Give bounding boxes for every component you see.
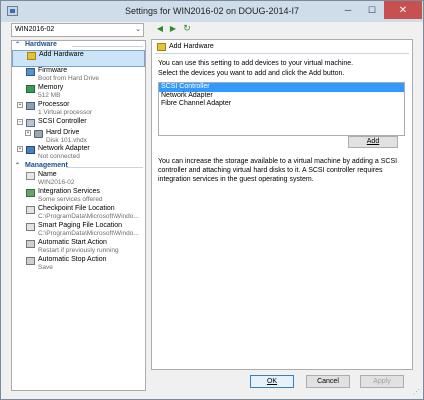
collapse-icon[interactable]: ⌃ xyxy=(15,41,20,48)
name-icon xyxy=(26,172,35,180)
management-heading: Management xyxy=(25,162,68,169)
tree-item-network-adapter[interactable]: + Network Adapter Not connected xyxy=(12,145,145,162)
tree-item-label: SCSI Controller xyxy=(38,118,87,125)
forward-arrow-icon[interactable]: ▶ xyxy=(168,23,178,33)
hardware-category-header[interactable]: ⌃ Hardware xyxy=(12,41,145,50)
tree-item-add-hardware[interactable]: Add Hardware xyxy=(12,50,145,67)
instruction-text: Select the devices you want to add and c… xyxy=(158,70,345,77)
minimize-button[interactable]: ─ xyxy=(336,1,360,19)
add-button[interactable]: Add xyxy=(348,136,398,148)
tree-item-name[interactable]: Name WIN2016-02 xyxy=(12,171,145,188)
section-title: Add Hardware xyxy=(169,43,214,50)
automatic-start-icon xyxy=(26,240,35,248)
scsi-controller-icon xyxy=(26,119,35,127)
tree-item-detail: WIN2016-02 xyxy=(38,179,75,186)
list-item[interactable]: Network Adapter xyxy=(159,92,404,101)
collapse-icon[interactable]: − xyxy=(17,119,23,125)
device-list[interactable]: SCSI Controller Network Adapter Fibre Ch… xyxy=(158,82,405,136)
settings-detail-pane: Add Hardware You can use this setting to… xyxy=(151,39,413,370)
section-header: Add Hardware xyxy=(155,42,214,52)
tree-item-label: Add Hardware xyxy=(39,51,84,58)
tree-item-detail: 512 MB xyxy=(38,92,61,99)
add-hardware-icon xyxy=(27,52,36,60)
tree-item-label: Processor xyxy=(38,101,70,108)
management-category-header[interactable]: ⌃ Management xyxy=(12,162,145,171)
apply-button-label: Apply xyxy=(373,378,391,385)
cancel-button[interactable]: Cancel xyxy=(306,375,350,388)
tree-item-integration-services[interactable]: Integration Services Some services offer… xyxy=(12,188,145,205)
tree-item-detail: Boot from Hard Drive xyxy=(38,75,100,82)
ok-button[interactable]: OK xyxy=(250,375,294,388)
tree-item-detail: C:\ProgramData\Microsoft\Windo... xyxy=(38,230,139,237)
title-bar[interactable]: Settings for WIN2016-02 on DOUG-2014-I7 … xyxy=(1,1,423,22)
add-button-label: Add xyxy=(366,138,380,145)
chevron-down-icon: ⌄ xyxy=(135,26,141,33)
expand-icon[interactable]: + xyxy=(17,146,23,152)
tree-item-smart-paging-file-location[interactable]: Smart Paging File Location C:\ProgramDat… xyxy=(12,222,145,239)
tree-item-detail: Disk 101.vhdx xyxy=(46,137,87,144)
tree-item-detail: 1 Virtual processor xyxy=(38,109,93,116)
tree-item-hard-drive[interactable]: + Hard Drive Disk 101.vhdx xyxy=(12,129,145,145)
processor-icon xyxy=(26,102,35,110)
settings-window: Settings for WIN2016-02 on DOUG-2014-I7 … xyxy=(0,0,424,400)
hardware-heading: Hardware xyxy=(25,41,57,48)
firmware-icon xyxy=(26,68,35,76)
back-arrow-icon[interactable]: ◀ xyxy=(155,23,165,33)
ok-button-label: OK xyxy=(266,378,278,385)
divider xyxy=(66,167,143,168)
intro-text: You can use this setting to add devices … xyxy=(158,60,354,67)
tree-item-label: Smart Paging File Location xyxy=(38,222,123,229)
integration-services-icon xyxy=(26,189,35,197)
divider xyxy=(72,46,143,47)
resize-grip[interactable]: ⋰ xyxy=(413,389,421,397)
cancel-button-label: Cancel xyxy=(317,378,339,385)
tree-item-label: Name xyxy=(38,171,57,178)
settings-tree: ⌃ Hardware Add Hardware Firmware Boot fr… xyxy=(11,40,146,391)
close-button[interactable]: ✕ xyxy=(384,1,422,19)
tree-item-label: Automatic Start Action xyxy=(38,239,107,246)
vm-selector-value: WIN2016-02 xyxy=(15,26,55,33)
tree-item-label: Firmware xyxy=(38,67,68,74)
network-adapter-icon xyxy=(26,146,35,154)
smart-paging-icon xyxy=(26,223,35,231)
tree-item-label: Network Adapter xyxy=(38,145,90,152)
add-hardware-icon xyxy=(157,43,166,51)
expand-icon[interactable]: + xyxy=(25,130,31,136)
footnote-text: You can increase the storage available t… xyxy=(158,158,398,183)
tree-item-label: Integration Services xyxy=(38,188,100,195)
tree-item-memory[interactable]: Memory 512 MB xyxy=(12,84,145,101)
tree-item-label: Automatic Stop Action xyxy=(38,256,107,263)
tree-item-automatic-stop-action[interactable]: Automatic Stop Action Save xyxy=(12,256,145,273)
tree-item-scsi-controller[interactable]: − SCSI Controller xyxy=(12,118,145,129)
tree-item-detail: C:\ProgramData\Microsoft\Windo... xyxy=(38,213,139,220)
tree-item-label: Checkpoint File Location xyxy=(38,205,115,212)
tree-item-checkpoint-file-location[interactable]: Checkpoint File Location C:\ProgramData\… xyxy=(12,205,145,222)
settings-navigation: WIN2016-02 ⌄ ⌃ Hardware Add Hardware Fir… xyxy=(11,21,146,391)
tree-item-processor[interactable]: + Processor 1 Virtual processor xyxy=(12,101,145,118)
checkpoint-icon xyxy=(26,206,35,214)
hard-drive-icon xyxy=(34,130,43,138)
apply-button[interactable]: Apply xyxy=(360,375,404,388)
tree-item-automatic-start-action[interactable]: Automatic Start Action Restart if previo… xyxy=(12,239,145,256)
expand-icon[interactable]: + xyxy=(17,102,23,108)
memory-icon xyxy=(26,85,35,93)
tree-item-detail: Save xyxy=(38,264,53,271)
tree-item-detail: Restart if previously running xyxy=(38,247,119,254)
tree-item-detail: Some services offered xyxy=(38,196,103,203)
divider xyxy=(155,53,409,54)
tree-item-detail: Not connected xyxy=(38,153,80,160)
list-item[interactable]: SCSI Controller xyxy=(159,83,404,92)
vm-selector-dropdown[interactable]: WIN2016-02 ⌄ xyxy=(11,23,144,37)
maximize-button[interactable]: ☐ xyxy=(360,1,384,19)
navigation-toolbar: ◀ ▶ ↻ xyxy=(151,21,211,35)
tree-item-firmware[interactable]: Firmware Boot from Hard Drive xyxy=(12,67,145,84)
refresh-icon[interactable]: ↻ xyxy=(182,23,192,33)
collapse-icon[interactable]: ⌃ xyxy=(15,162,20,169)
tree-item-label: Memory xyxy=(38,84,64,91)
automatic-stop-icon xyxy=(26,257,35,265)
tree-item-label: Hard Drive xyxy=(46,129,80,136)
list-item[interactable]: Fibre Channel Adapter xyxy=(159,100,404,109)
